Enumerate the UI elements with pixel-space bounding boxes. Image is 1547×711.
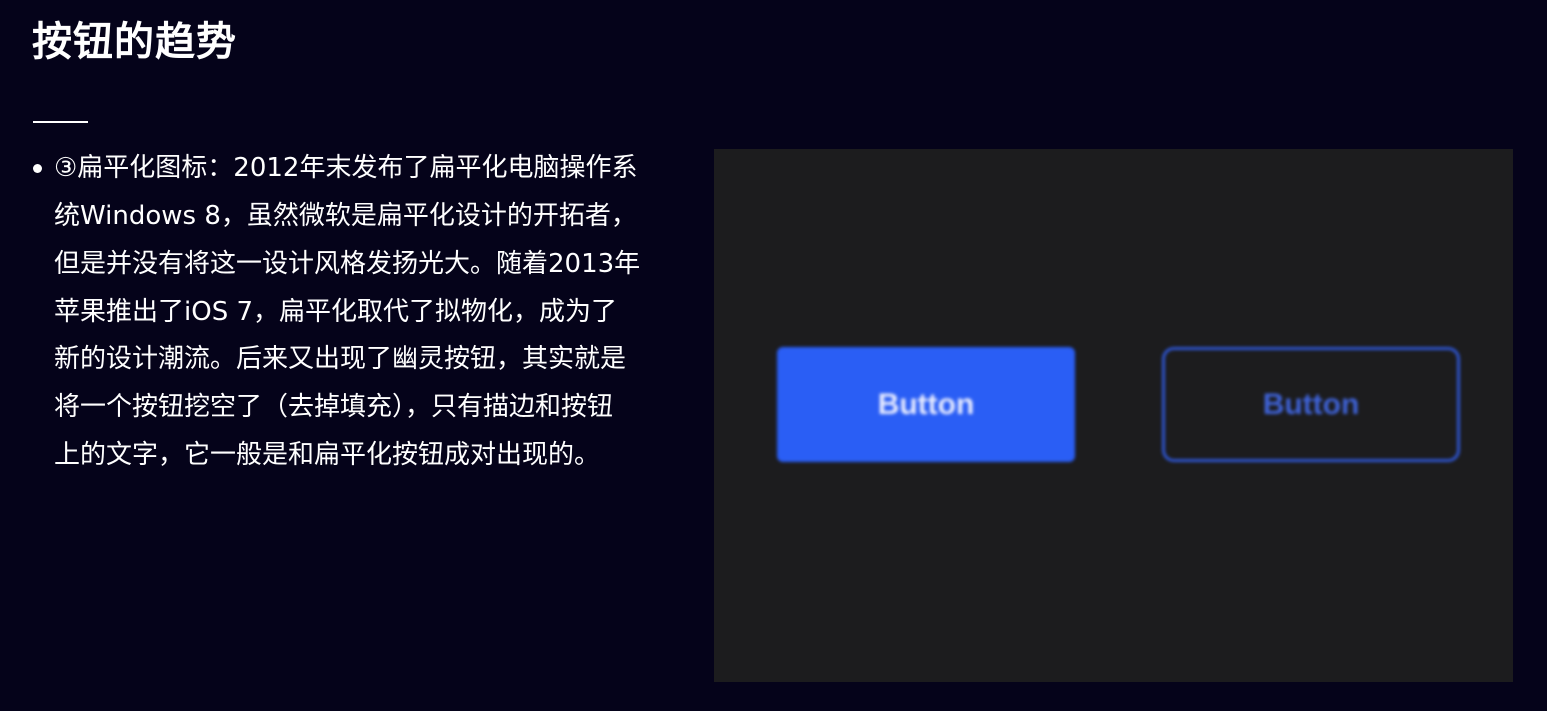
paragraph-line-5: 新的设计潮流。后来又出现了幽灵按钮，其实就是 — [54, 344, 627, 374]
paragraph-line-4: 苹果推出了iOS 7，扁平化取代了拟物化，成为了 — [54, 297, 617, 327]
paragraph-line-3: 但是并没有将这一设计风格发扬光大。随着2013年 — [54, 249, 641, 279]
flat-button[interactable]: Button — [777, 347, 1075, 462]
paragraph-line-7: 上的文字，它一般是和扁平化按钮成对出现的。 — [54, 440, 601, 470]
paragraph-line-2: 统Windows 8，虽然微软是扁平化设计的开拓者， — [54, 201, 637, 231]
title-divider — [33, 121, 88, 123]
button-demo-image: Button Button — [714, 149, 1513, 682]
bullet-dot-icon — [33, 164, 42, 173]
ghost-button[interactable]: Button — [1162, 347, 1460, 462]
paragraph-line-1: ③扁平化图标：2012年末发布了扁平化电脑操作系 — [54, 153, 638, 183]
paragraph-line-6: 将一个按钮挖空了（去掉填充），只有描边和按钮 — [54, 392, 614, 422]
slide-title: 按钮的趋势 — [32, 19, 237, 65]
